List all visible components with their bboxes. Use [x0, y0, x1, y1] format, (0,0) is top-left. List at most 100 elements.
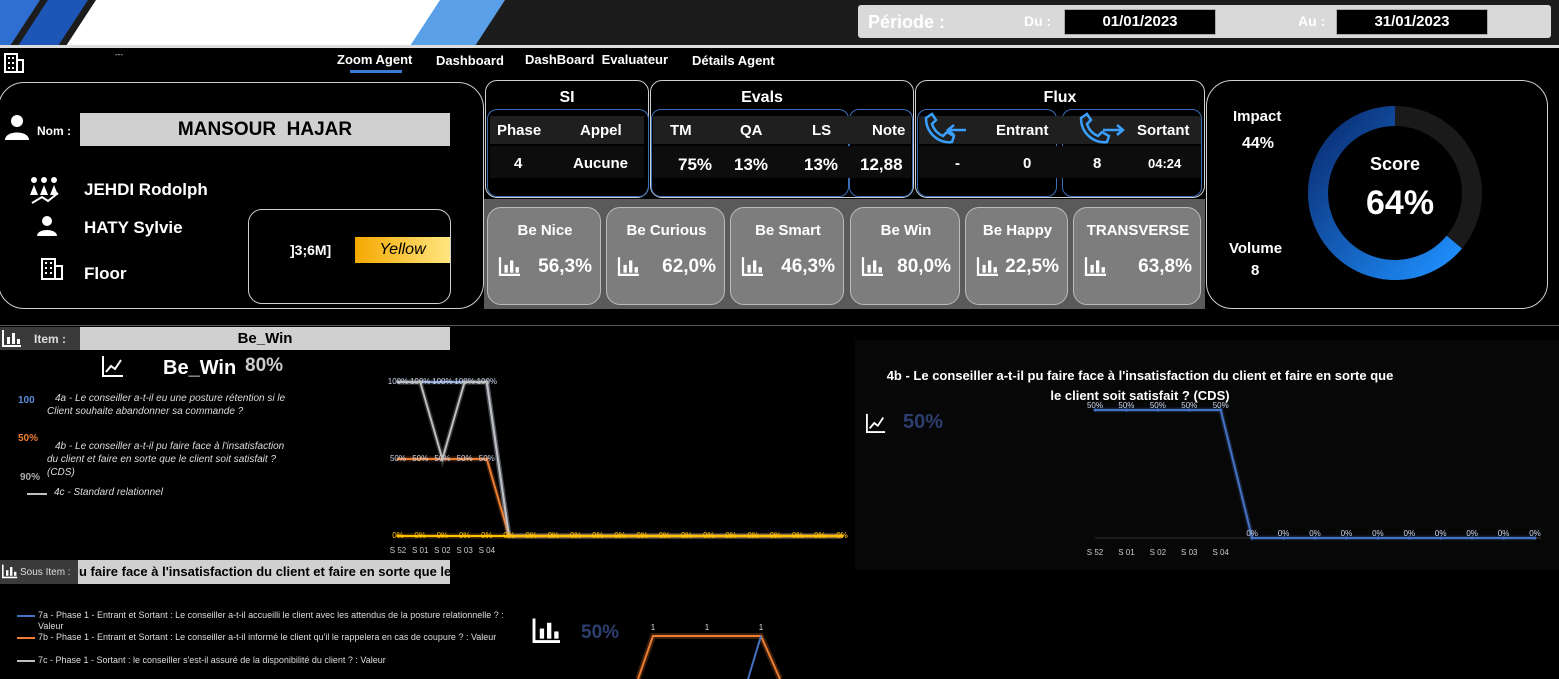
data-label: 0% — [659, 531, 671, 540]
sortant-b-value: 04:24 — [1148, 156, 1182, 171]
be-card-be-nice[interactable]: Be Nice 56,3% — [487, 207, 601, 305]
be-card-title: Be Nice — [517, 222, 573, 239]
be-card-value: 62,0% — [662, 256, 716, 277]
data-label: 0% — [1498, 529, 1510, 538]
sous-item-kpi-value: 50% — [581, 622, 620, 643]
series-line-7a — [747, 635, 762, 679]
data-label: 50% — [390, 454, 406, 463]
seniority-value: ]3;6M] — [290, 242, 332, 258]
tab-dashboard[interactable]: Dashboard — [436, 53, 504, 68]
data-point — [418, 380, 422, 384]
appel-label: Appel — [580, 122, 622, 139]
item-kpi-value: 80% — [245, 355, 284, 376]
data-label: 0% — [747, 531, 759, 540]
small-mark: --- — [115, 50, 123, 59]
legend-prefix-4a: 100 — [18, 395, 35, 406]
right-kpi-value: 50% — [903, 411, 944, 433]
be-card-value: 63,8% — [1138, 256, 1192, 277]
tab-dashboard-evaluateur[interactable]: DashBoard Evaluateur — [525, 52, 668, 67]
tab-details-agent[interactable]: Détails Agent — [692, 53, 775, 68]
be-card-value: 22,5% — [1005, 256, 1059, 277]
data-label: 0% — [592, 531, 604, 540]
data-label: 0% — [814, 531, 826, 540]
be-card-title: Be Smart — [755, 222, 821, 239]
manager-name: HATY Sylvie — [84, 218, 183, 237]
tm-value: 75% — [678, 155, 713, 174]
data-label: 0% — [703, 531, 715, 540]
note-value: 12,88 — [860, 155, 903, 174]
data-label: 0% — [548, 531, 560, 540]
series-line-1 — [1095, 409, 1535, 539]
level-badge: Yellow — [355, 237, 450, 263]
legend-item-4b: 4b - Le conseiller a-t-il pu faire face … — [47, 441, 285, 478]
be-card-value: 80,0% — [897, 256, 951, 277]
data-label: 1 — [651, 623, 656, 632]
data-label: 100% — [432, 377, 452, 386]
be-card-be-curious[interactable]: Be Curious 62,0% — [606, 207, 725, 305]
tm-label: TM — [670, 122, 692, 139]
sous-item-select[interactable]: u faire face à l'insatisfaction du clien… — [79, 560, 450, 584]
bar-chart-icon — [741, 256, 765, 281]
data-label: 0% — [1341, 529, 1353, 538]
data-label: 0% — [1435, 529, 1447, 538]
data-point — [463, 380, 467, 384]
site-building-icon — [40, 257, 64, 286]
agent-name: MANSOUR HAJAR — [80, 113, 450, 146]
data-label: 0% — [525, 531, 537, 540]
note-label: Note — [872, 122, 906, 139]
x-tick-label: S 03 — [456, 546, 473, 555]
header-divider — [0, 45, 1559, 48]
x-tick-label: S 01 — [1118, 548, 1135, 557]
legend-swatch-4c — [27, 493, 47, 495]
be-card-be-smart[interactable]: Be Smart 46,3% — [730, 207, 844, 305]
bar-chart-icon — [498, 256, 522, 281]
x-tick-label: S 04 — [1212, 548, 1229, 557]
data-label: 0% — [481, 531, 493, 540]
sortant-label: Sortant — [1137, 122, 1190, 139]
active-tab-indicator — [350, 70, 402, 73]
data-label: 0% — [1246, 529, 1258, 538]
score-label: Score — [1370, 154, 1421, 174]
legend-swatch-7c — [17, 660, 35, 662]
legend-item-4c: 4c - Standard relationnel — [54, 487, 163, 498]
volume-value: 8 — [1251, 262, 1260, 279]
data-label: 0% — [1278, 529, 1290, 538]
legend-prefix-4c: 90% — [20, 472, 41, 483]
data-label: 0% — [1309, 529, 1321, 538]
evals-title: Evals — [741, 89, 783, 106]
sortant-a-value: 8 — [1093, 155, 1102, 172]
flux-title: Flux — [1043, 89, 1077, 106]
be-card-title: TRANSVERSE — [1086, 222, 1190, 239]
tab-zoom-agent[interactable]: Zoom Agent — [337, 52, 412, 67]
data-label: 0% — [1404, 529, 1416, 538]
ls-value: 13% — [804, 155, 839, 174]
be-card-transverse[interactable]: TRANSVERSE 63,8% — [1073, 207, 1201, 305]
au-date-field[interactable]: 31/01/2023 — [1336, 9, 1488, 35]
x-tick-label: S 02 — [434, 546, 451, 555]
banner-logo-shapes — [0, 0, 505, 46]
sous-item-label: Sous Item : — [20, 567, 71, 578]
qa-value: 13% — [734, 155, 769, 174]
sous-item-bar-chart-icon-large — [532, 617, 562, 648]
qa-label: QA — [740, 122, 763, 139]
bar-chart-icon — [861, 256, 885, 281]
data-point — [440, 457, 444, 461]
data-label: 50% — [1181, 401, 1197, 410]
sous-item-line-chart: 1 1 1 — [635, 623, 783, 679]
be-card-title: Be Curious — [626, 222, 707, 239]
be-card-be-happy[interactable]: Be Happy 22,5% — [965, 207, 1068, 305]
bar-chart-icon — [1084, 256, 1108, 281]
person-icon — [3, 113, 31, 146]
entrant-a-value: - — [955, 155, 960, 172]
data-label: 0% — [725, 531, 737, 540]
data-label: 0% — [681, 531, 693, 540]
au-label: Au : — [1298, 13, 1326, 29]
data-label: 0% — [392, 531, 404, 540]
item-select[interactable]: Be_Win — [80, 327, 450, 350]
be-card-be-win[interactable]: Be Win 80,0% — [850, 207, 960, 305]
legend-item-4a: 4a - Le conseiller a-t-il eu une posture… — [47, 393, 286, 417]
legend-item-7b: 7b - Phase 1 - Entrant et Sortant : Le c… — [38, 632, 497, 642]
du-date-field[interactable]: 01/01/2023 — [1064, 9, 1216, 35]
data-label: 50% — [1213, 401, 1229, 410]
building-icon — [3, 52, 25, 79]
